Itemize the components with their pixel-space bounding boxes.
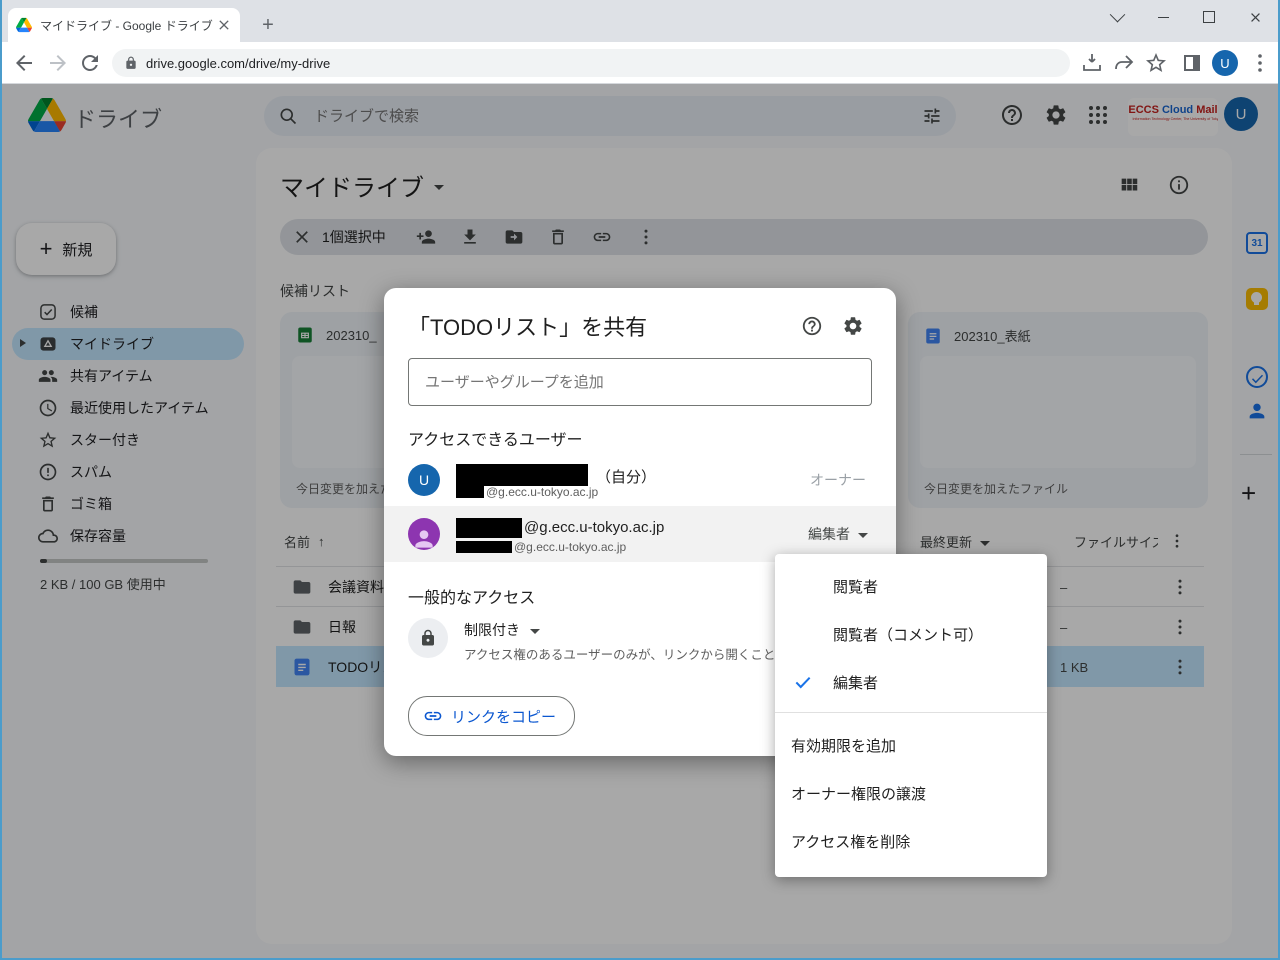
menu-item-editor[interactable]: 編集者 bbox=[775, 658, 1047, 706]
browser-window: マイドライブ - Google ドライブ + drive.google.com/… bbox=[0, 0, 1280, 960]
close-icon bbox=[1248, 10, 1263, 25]
window-minimize-button[interactable] bbox=[1140, 0, 1186, 34]
install-icon[interactable] bbox=[1080, 51, 1104, 75]
add-people-input[interactable] bbox=[408, 358, 872, 406]
bookmark-star-icon[interactable] bbox=[1144, 51, 1168, 75]
tab-title: マイドライブ - Google ドライブ bbox=[40, 17, 216, 34]
back-icon[interactable] bbox=[12, 51, 36, 75]
browser-toolbar: drive.google.com/drive/my-drive U bbox=[0, 42, 1280, 84]
chevron-down-icon bbox=[1109, 6, 1125, 22]
restricted-lock-icon bbox=[408, 618, 448, 658]
general-access-header: 一般的なアクセス bbox=[408, 584, 535, 608]
people-with-access-header: アクセスできるユーザー bbox=[408, 426, 583, 450]
tab-strip: マイドライブ - Google ドライブ + bbox=[0, 0, 1280, 42]
browser-avatar[interactable]: U bbox=[1212, 50, 1238, 76]
editor-email: @g.ecc.u-tokyo.ac.jp bbox=[514, 540, 626, 554]
editor-avatar bbox=[408, 518, 440, 550]
help-icon[interactable] bbox=[801, 315, 823, 337]
owner-role-label: オーナー bbox=[810, 470, 866, 490]
drive-favicon bbox=[16, 17, 32, 33]
chevron-down-icon bbox=[858, 533, 868, 538]
owner-email: @g.ecc.u-tokyo.ac.jp bbox=[486, 485, 598, 499]
forward-icon[interactable] bbox=[46, 51, 70, 75]
window-border-left bbox=[0, 0, 2, 960]
menu-item-viewer[interactable]: 閲覧者 bbox=[775, 562, 1047, 610]
chevron-down-icon bbox=[530, 629, 540, 634]
tab-close-icon[interactable] bbox=[216, 17, 232, 33]
owner-avatar: U bbox=[408, 464, 440, 496]
owner-self-label: （自分） bbox=[596, 466, 656, 487]
minimize-icon bbox=[1158, 17, 1169, 18]
address-bar[interactable]: drive.google.com/drive/my-drive bbox=[112, 49, 1070, 77]
role-menu: 閲覧者 閲覧者（コメント可） 編集者 有効期限を追加 オーナー権限の譲渡 アクセ… bbox=[775, 554, 1047, 877]
editor-name-suffix: @g.ecc.u-tokyo.ac.jp bbox=[524, 519, 664, 536]
side-panel-icon[interactable] bbox=[1180, 51, 1204, 75]
check-icon bbox=[793, 672, 813, 692]
url-text: drive.google.com/drive/my-drive bbox=[146, 56, 330, 71]
window-maximize-button[interactable] bbox=[1186, 0, 1232, 34]
general-access-dropdown[interactable]: 制限付き bbox=[464, 620, 540, 640]
browser-tab[interactable]: マイドライブ - Google ドライブ bbox=[8, 8, 240, 42]
window-close-button[interactable] bbox=[1232, 0, 1278, 34]
settings-gear-icon[interactable] bbox=[842, 315, 864, 337]
redacted-name bbox=[456, 464, 588, 486]
redacted-email-prefix bbox=[456, 486, 484, 498]
tab-search-button[interactable] bbox=[1094, 0, 1140, 34]
menu-item-add-expiration[interactable]: 有効期限を追加 bbox=[775, 721, 1047, 769]
new-tab-button[interactable]: + bbox=[254, 11, 282, 39]
link-icon bbox=[423, 706, 443, 726]
menu-item-remove-access[interactable]: アクセス権を削除 bbox=[775, 817, 1047, 865]
redacted-email-prefix bbox=[456, 541, 512, 553]
redacted-name bbox=[456, 518, 522, 538]
menu-item-commenter[interactable]: 閲覧者（コメント可） bbox=[775, 610, 1047, 658]
browser-menu-icon[interactable] bbox=[1248, 51, 1272, 75]
editor-role-dropdown[interactable]: 編集者 bbox=[808, 524, 868, 544]
access-row-owner[interactable]: U （自分） @g.ecc.u-tokyo.ac.jp オーナー bbox=[384, 454, 896, 506]
dialog-title: 「TODOリスト」を共有 bbox=[408, 310, 647, 342]
copy-link-button[interactable]: リンクをコピー bbox=[408, 696, 575, 736]
lock-icon bbox=[124, 56, 138, 70]
maximize-icon bbox=[1203, 11, 1215, 23]
menu-item-transfer-ownership[interactable]: オーナー権限の譲渡 bbox=[775, 769, 1047, 817]
share-icon[interactable] bbox=[1112, 51, 1136, 75]
reload-icon[interactable] bbox=[78, 51, 102, 75]
menu-divider bbox=[775, 712, 1047, 713]
